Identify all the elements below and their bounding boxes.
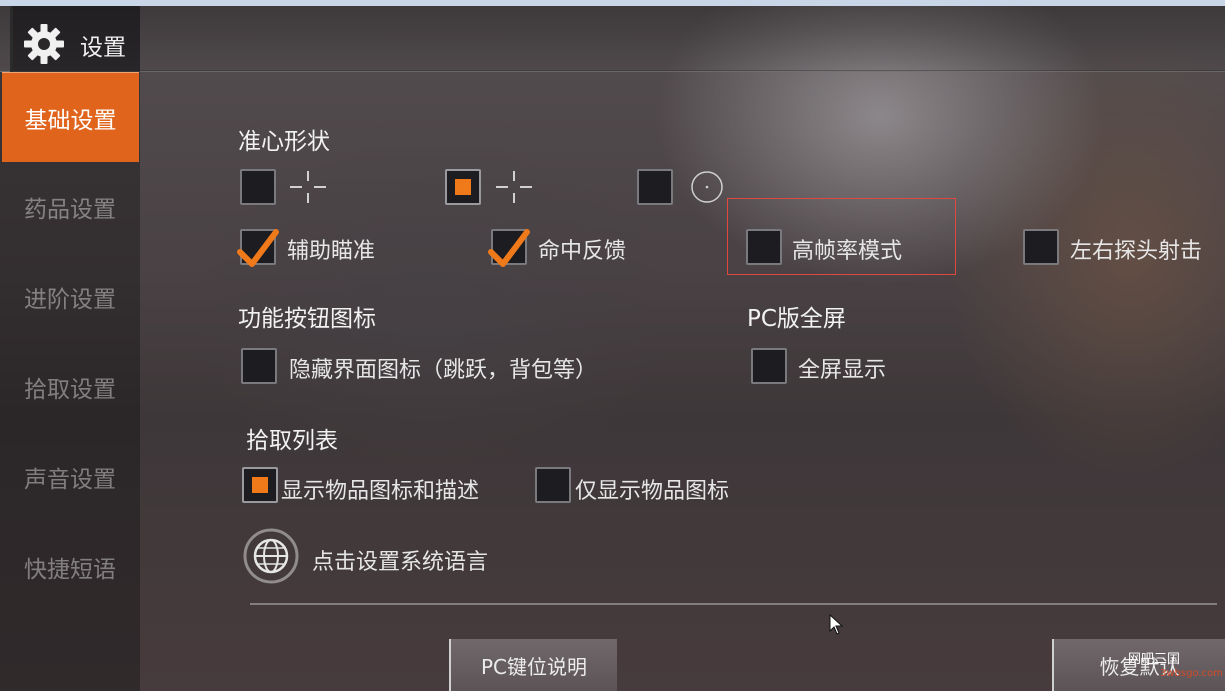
hit-feedback-label: 命中反馈	[538, 239, 627, 264]
crosshair-option-3-checkbox[interactable]	[637, 169, 673, 205]
hide-ui-icons-checkbox[interactable]	[241, 348, 277, 384]
watermark-url: 3wbsgo.com	[1160, 668, 1223, 679]
show-icon-desc-label: 显示物品图标和描述	[281, 479, 480, 504]
high-fps-checkbox[interactable]	[746, 229, 782, 265]
window-title: 设置	[80, 35, 126, 61]
sidebar-item-medicine[interactable]: 药品设置	[0, 162, 140, 252]
hide-ui-icons-label: 隐藏界面图标（跳跃，背包等）	[289, 358, 598, 383]
checkbox-selected-dot	[455, 179, 471, 195]
aim-assist-label: 辅助瞄准	[287, 239, 376, 264]
watermark-text: 网吧三国	[1128, 652, 1181, 667]
gear-icon	[24, 24, 64, 64]
func-icons-section-title: 功能按钮图标	[238, 306, 376, 332]
pc-keys-button[interactable]: PC键位说明	[449, 639, 617, 691]
pickup-list-section-title: 拾取列表	[246, 428, 338, 454]
system-language-link[interactable]: 点击设置系统语言	[312, 544, 488, 576]
checkmark-icon	[237, 229, 279, 267]
checkmark-icon	[488, 229, 530, 267]
sidebar: 基础设置 药品设置 进阶设置 拾取设置 声音设置 快捷短语	[0, 72, 140, 691]
sidebar-item-quick-phrase[interactable]: 快捷短语	[0, 522, 140, 612]
footer-divider	[250, 603, 1217, 605]
show-icon-desc-checkbox[interactable]	[242, 467, 278, 503]
peek-fire-label: 左右探头射击	[1070, 239, 1203, 264]
peek-fire-checkbox[interactable]	[1023, 229, 1059, 265]
mouse-cursor-icon	[829, 614, 844, 635]
high-fps-label: 高帧率模式	[792, 239, 903, 264]
settings-header: 设置	[0, 6, 1225, 72]
crosshair-gap-icon	[290, 171, 326, 203]
sidebar-item-basic[interactable]: 基础设置	[2, 72, 139, 162]
checkbox-selected-dot	[252, 477, 268, 493]
sidebar-item-pickup[interactable]: 拾取设置	[0, 342, 140, 432]
crosshair-option-2-checkbox[interactable]	[445, 169, 481, 205]
globe-icon[interactable]	[243, 528, 299, 584]
crosshair-gap-icon	[496, 171, 532, 203]
show-icon-only-checkbox[interactable]	[535, 467, 571, 503]
crosshair-option-1-checkbox[interactable]	[240, 169, 276, 205]
sidebar-item-advanced[interactable]: 进阶设置	[0, 252, 140, 342]
crosshair-dot-circle-icon	[691, 171, 723, 203]
crosshair-section-title: 准心形状	[238, 129, 330, 155]
show-icon-only-label: 仅显示物品图标	[575, 479, 730, 504]
fullscreen-label: 全屏显示	[798, 358, 887, 383]
fullscreen-checkbox[interactable]	[751, 348, 787, 384]
sidebar-item-sound[interactable]: 声音设置	[0, 432, 140, 522]
pc-fullscreen-section-title: PC版全屏	[747, 306, 846, 332]
